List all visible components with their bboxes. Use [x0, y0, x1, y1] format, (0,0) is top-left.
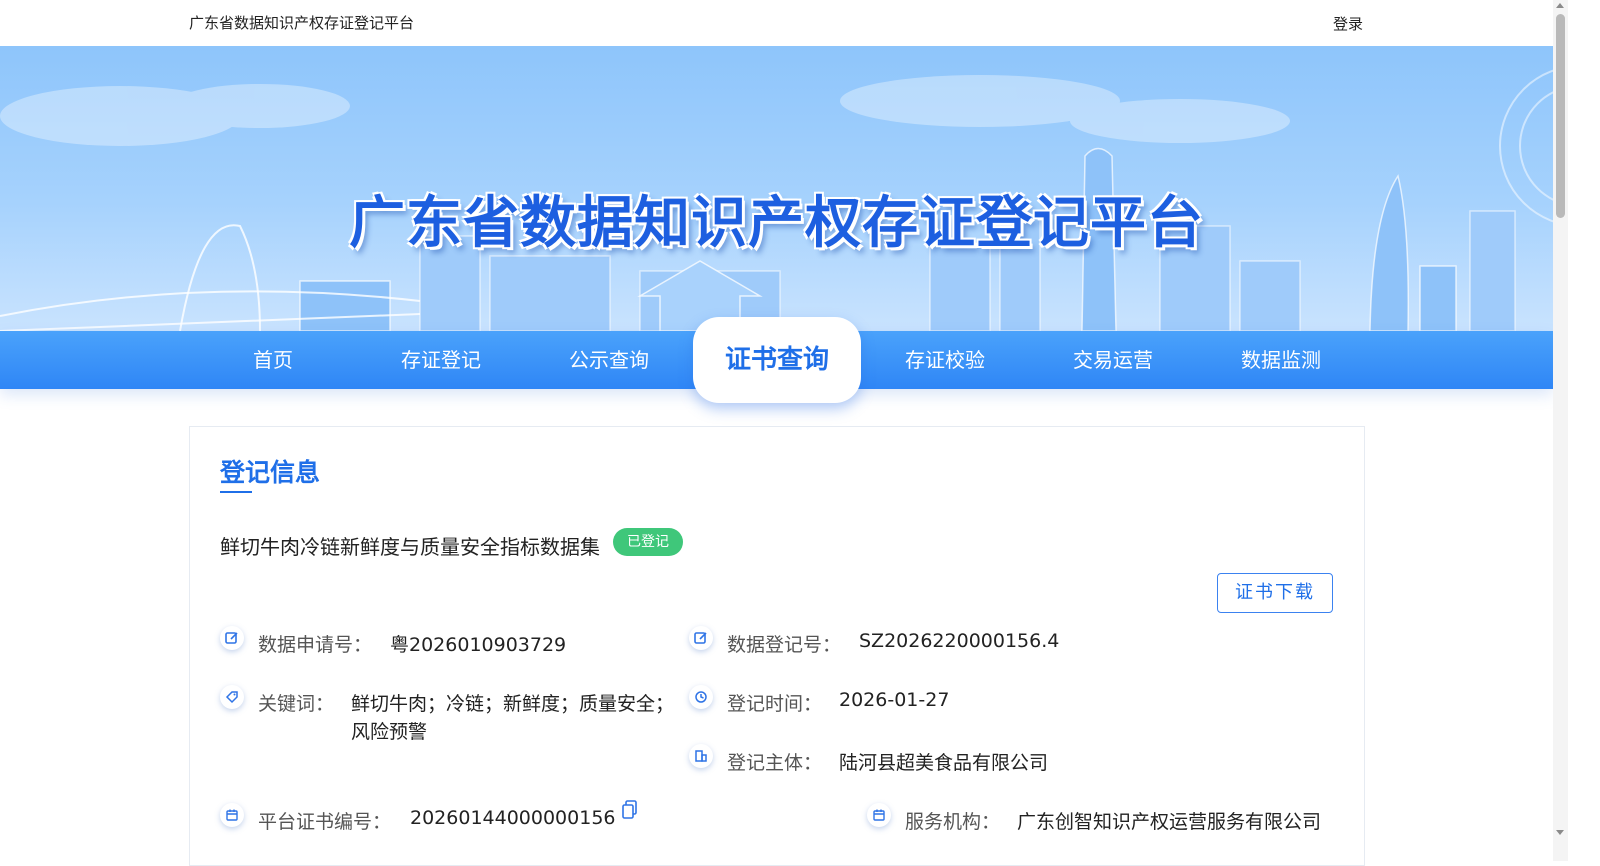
- nav-item-public-query[interactable]: 公示查询: [525, 331, 693, 389]
- hero-banner: 广东省数据知识产权存证登记平台: [0, 46, 1553, 331]
- nav-item-trading-operation[interactable]: 交易运营: [1029, 331, 1197, 389]
- field-value-line2: 风险预警: [351, 721, 428, 743]
- copy-icon[interactable]: [622, 800, 638, 825]
- field-value: 20260144000000156: [410, 807, 616, 829]
- field-label: 数据登记号：: [727, 634, 842, 656]
- field-value: 陆河县超美食品有限公司: [839, 752, 1049, 774]
- field-value: 2026-01-27: [839, 689, 950, 711]
- field-label: 平台证书编号：: [258, 811, 392, 833]
- field-label: 登记时间：: [727, 693, 823, 715]
- dataset-name: 鲜切牛肉冷链新鲜度与质量安全指标数据集: [220, 535, 600, 559]
- edit-icon: [689, 626, 713, 650]
- calendar-icon: [220, 803, 244, 827]
- edit-icon: [220, 626, 244, 650]
- building-icon: [689, 744, 713, 768]
- field-label: 数据申请号：: [258, 634, 373, 656]
- field-value: SZ2026220000156.4: [859, 630, 1060, 652]
- scrollbar-thumb[interactable]: [1556, 14, 1565, 218]
- section-title: 登记信息: [220, 458, 321, 487]
- field-value: 广东创智知识产权运营服务有限公司: [1017, 811, 1322, 833]
- scroll-down-arrow-icon[interactable]: [1556, 830, 1564, 835]
- scroll-up-arrow-icon[interactable]: [1556, 3, 1564, 8]
- status-badge: 已登记: [613, 528, 683, 556]
- certificate-download-button[interactable]: 证书下载: [1217, 573, 1333, 613]
- field-value-line1: 鲜切牛肉；冷链；新鲜度；质量安全；: [351, 693, 675, 715]
- vertical-scrollbar[interactable]: [1553, 0, 1568, 861]
- tag-icon: [220, 685, 244, 709]
- banner-headline: 广东省数据知识产权存证登记平台: [349, 191, 1204, 256]
- site-name: 广东省数据知识产权存证登记平台: [189, 14, 415, 32]
- nav-item-certificate-query[interactable]: 证书查询: [693, 317, 861, 403]
- nav-item-deposit-registration[interactable]: 存证登记: [357, 331, 525, 389]
- field-label: 登记主体：: [727, 752, 823, 774]
- nav-item-data-monitoring[interactable]: 数据监测: [1197, 331, 1365, 389]
- field-label: 关键词：: [258, 693, 335, 715]
- registration-info-card: 登记信息 鲜切牛肉冷链新鲜度与质量安全指标数据集 已登记 证书下载 数据申请号：…: [189, 426, 1365, 866]
- login-link[interactable]: 登录: [1333, 13, 1363, 34]
- top-bar: 广东省数据知识产权存证登记平台 登录: [0, 0, 1553, 46]
- field-label: 服务机构：: [905, 811, 1001, 833]
- section-title-underline: [220, 491, 252, 493]
- clock-icon: [689, 685, 713, 709]
- main-nav: 首页 存证登记 公示查询 证书查询 存证校验 交易运营 数据监测: [0, 317, 1553, 403]
- calendar-icon: [867, 803, 891, 827]
- nav-item-home[interactable]: 首页: [189, 331, 357, 389]
- nav-item-deposit-verification[interactable]: 存证校验: [861, 331, 1029, 389]
- field-value: 粤2026010903729: [390, 634, 567, 656]
